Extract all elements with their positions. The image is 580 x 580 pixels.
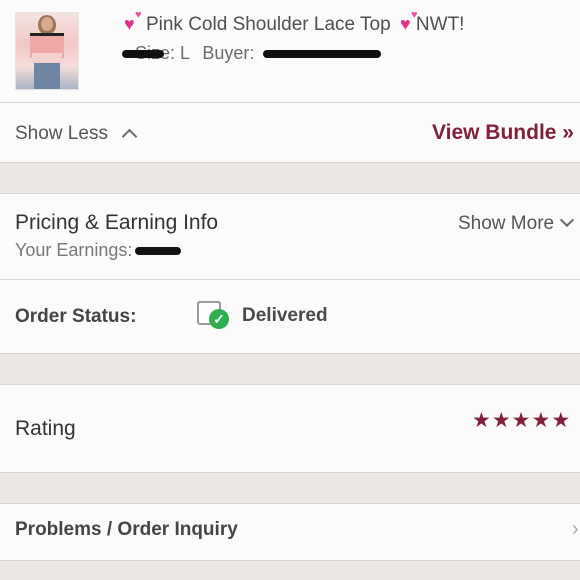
star-icon: ★ xyxy=(511,409,532,432)
item-thumbnail[interactable] xyxy=(15,12,79,90)
earnings-line: Your Earnings: xyxy=(15,240,182,261)
show-more-label: Show More xyxy=(458,213,555,234)
divider xyxy=(0,353,580,354)
divider xyxy=(0,162,580,163)
divider xyxy=(0,102,580,103)
item-meta-line: Size: L Buyer: xyxy=(122,43,382,64)
divider xyxy=(0,279,580,280)
show-more-button[interactable]: Show More xyxy=(458,212,575,235)
problems-order-inquiry-link[interactable]: Problems / Order Inquiry xyxy=(15,519,238,541)
buyer-label: Buyer: xyxy=(202,43,255,63)
item-condition: NWT! xyxy=(415,14,465,35)
divider xyxy=(0,503,580,504)
rating-label: Rating xyxy=(15,417,76,440)
chevron-down-icon xyxy=(560,212,575,228)
divider xyxy=(0,193,580,194)
divider xyxy=(0,384,580,385)
show-less-button[interactable]: Show Less xyxy=(15,123,138,145)
star-icon: ★ xyxy=(531,409,552,432)
star-icon: ★ xyxy=(491,409,512,432)
item-title: Pink Cold Shoulder Lace Top xyxy=(145,14,391,35)
divider xyxy=(0,560,580,561)
star-icon: ★ xyxy=(551,409,572,432)
show-less-label: Show Less xyxy=(15,123,108,144)
order-status-value: Delivered xyxy=(242,305,328,326)
check-icon: ✓ xyxy=(209,309,229,329)
earnings-label: Your Earnings: xyxy=(15,240,133,260)
redaction-mark xyxy=(122,50,164,59)
chevron-up-icon xyxy=(121,128,138,145)
item-title-line: ♥ ♥ Pink Cold Shoulder Lace Top ♥ ♥ NWT! xyxy=(124,9,465,36)
redaction-mark xyxy=(263,50,382,59)
redaction-mark xyxy=(135,247,182,256)
chevron-right-icon[interactable]: › xyxy=(572,518,579,541)
divider xyxy=(0,472,580,473)
rating-stars[interactable]: ★★★★★ xyxy=(472,408,571,433)
view-bundle-link[interactable]: View Bundle » xyxy=(432,121,574,145)
star-icon: ★ xyxy=(472,409,492,432)
pricing-section-title: Pricing & Earning Info xyxy=(15,211,219,234)
sparkle-heart-icon: ♥ ♥ xyxy=(124,9,142,34)
order-status-label: Order Status: xyxy=(15,306,137,327)
sparkle-heart-icon: ♥ ♥ xyxy=(399,9,418,34)
